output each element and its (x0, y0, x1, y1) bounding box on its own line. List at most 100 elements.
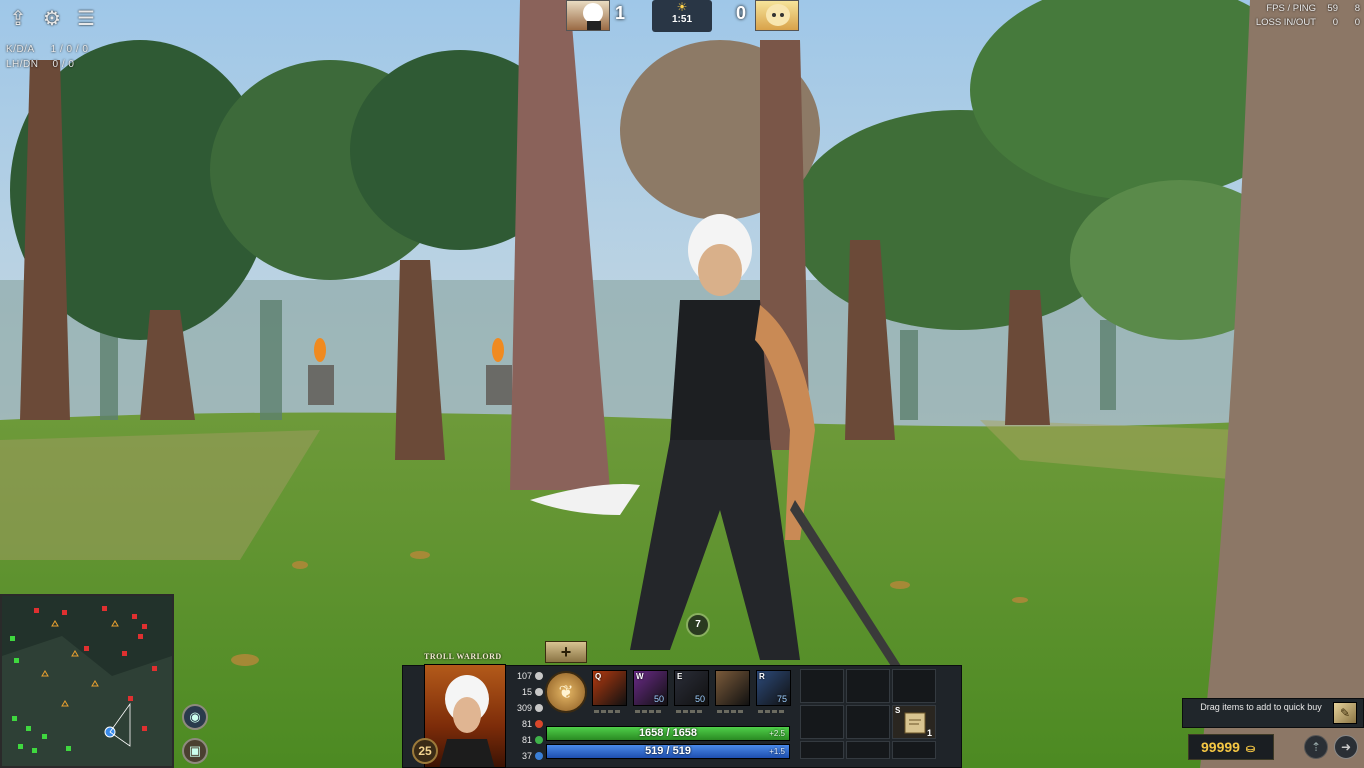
ability-mana-cost: 75 (776, 694, 787, 704)
scoreboard: 1 ☀ 1:51 0 (560, 0, 805, 32)
ability-level-pip (738, 710, 743, 713)
shop-arrow-icon[interactable]: ➜ (1334, 735, 1358, 759)
shield-icon (535, 688, 543, 696)
backpack-slot-2[interactable] (846, 741, 890, 759)
hero-stat-value: 81 (521, 735, 532, 745)
inventory: S 1 (800, 669, 940, 759)
hero-stat-row: 37 (507, 748, 543, 764)
ability-e-button[interactable]: E 50 (674, 670, 709, 706)
minimap-terrain (2, 596, 172, 766)
hero-stat-row: 81 (507, 732, 543, 748)
inventory-slot-3[interactable] (892, 669, 936, 703)
ability-level-pip (608, 710, 613, 713)
fps-ping-label: FPS / PING (1266, 3, 1316, 14)
mana-value: 519 / 519 (645, 745, 691, 757)
fps-value: 59 (1327, 3, 1338, 14)
glyph-button[interactable]: ▣ (182, 738, 208, 764)
ability-4-button[interactable] (715, 670, 750, 706)
ability-level-pips (758, 710, 784, 714)
loss-in-value: 0 (1332, 17, 1338, 28)
kda-label: K/D/A (6, 44, 35, 55)
quick-buy-hint: Drag items to add to quick buy (1200, 702, 1322, 712)
health-value: 1658 / 1658 (638, 727, 698, 739)
radiant-hero-portrait[interactable] (566, 0, 610, 31)
gold-coins-icon: ⛀ (1245, 743, 1256, 755)
ability-hotkey: W (636, 672, 644, 681)
shop-scroll-icon[interactable]: ✎ (1333, 702, 1357, 724)
menu-icon[interactable]: ☰ (74, 8, 98, 30)
ability-level-pips (594, 710, 620, 714)
radar-scan-button[interactable]: ◉ (182, 704, 208, 730)
backpack-slot-3[interactable] (892, 741, 936, 759)
game-viewport[interactable]: ⇪ ⚙ ☰ K/D/A 1 / 0 / 0 LH/DN 0 / 0 1 ☀ 1:51… (0, 0, 1364, 768)
ability-level-pips (676, 710, 702, 714)
ability-level-pips (635, 710, 661, 714)
hero-stat-row: 81 (507, 716, 543, 732)
agility-icon (535, 736, 543, 744)
quick-buy-panel[interactable]: Drag items to add to quick buy ✎ (1182, 698, 1364, 728)
courier-deliver-icon[interactable]: ⇡ (1304, 735, 1328, 759)
inventory-slot-1[interactable] (800, 669, 844, 703)
ability-hotkey: R (759, 672, 765, 681)
hero-level: 25 (412, 738, 438, 764)
hero-stat-value: 309 (516, 703, 532, 713)
ability-level-pip (656, 710, 661, 713)
talent-tree-icon[interactable]: ❦ (545, 671, 587, 713)
gold-display[interactable]: 99999 ⛀ (1188, 734, 1274, 760)
ability-w-button[interactable]: W 50 (633, 670, 668, 706)
ability-q-button[interactable]: Q (592, 670, 627, 706)
upload-icon[interactable]: ⇪ (6, 8, 30, 30)
radiant-score: 1 (615, 3, 626, 23)
talent-upgrade-button[interactable]: + (545, 641, 587, 663)
ability-level-pip (615, 710, 620, 713)
ability-level-pip (683, 710, 688, 713)
dire-score: 0 (736, 3, 747, 23)
hero-stat-value: 107 (516, 671, 532, 681)
inventory-row-1 (800, 669, 940, 703)
gold-amount: 99999 (1201, 739, 1240, 755)
ability-level-pip (601, 710, 606, 713)
kda-value: 1 / 0 / 0 (50, 44, 89, 55)
inventory-slot-4[interactable] (800, 705, 844, 739)
hero-stats: 107 15 309 81 81 37 (507, 668, 543, 764)
hero-stat-row: 15 (507, 684, 543, 700)
hero-name: TROLL WARLORD (424, 652, 502, 661)
health-bar: 1658 / 1658 +2.5 (546, 726, 790, 741)
ability-level-pip (717, 710, 722, 713)
ability-level-pip (649, 710, 654, 713)
gear-icon[interactable]: ⚙ (40, 8, 64, 30)
ability-level-pip (765, 710, 770, 713)
ability-hotkey: Q (595, 672, 602, 681)
ability-hotkey: E (677, 672, 683, 681)
tp-scroll-slot[interactable]: S 1 (892, 705, 936, 739)
game-clock: ☀ 1:51 (652, 0, 712, 32)
inventory-slot-5[interactable] (846, 705, 890, 739)
mana-bar: 519 / 519 +1.5 (546, 744, 790, 759)
network-stats: FPS / PING 59 8 LOSS IN/OUT 0 0 (1256, 3, 1360, 31)
minimap[interactable] (0, 594, 174, 768)
lhdn-label: LH/DN (6, 59, 39, 70)
backpack-slot-1[interactable] (800, 741, 844, 759)
ability-level-pips (717, 710, 743, 714)
clock-time: 1:51 (671, 14, 692, 25)
tp-scroll-key: S (895, 706, 901, 715)
hero-stat-value: 37 (521, 751, 532, 761)
ability-mana-cost: 50 (653, 694, 664, 704)
ability-r-button[interactable]: R 75 (756, 670, 791, 706)
loss-out-value: 0 (1354, 17, 1360, 28)
lhdn-value: 0 / 0 (52, 59, 75, 70)
strength-icon (535, 720, 543, 728)
inventory-slot-2[interactable] (846, 669, 890, 703)
tp-scroll-icon (904, 712, 926, 734)
loss-label: LOSS IN/OUT (1255, 17, 1316, 28)
ability-level-pip (594, 710, 599, 713)
inventory-row-2: S 1 (800, 705, 940, 739)
hero-stat-row: 107 (507, 668, 543, 684)
hero-stat-value: 81 (521, 719, 532, 729)
player-hero-model[interactable] (520, 210, 920, 680)
ability-mana-cost: 50 (694, 694, 705, 704)
dire-hero-portrait[interactable] (755, 0, 799, 31)
ability-level-pip (779, 710, 784, 713)
mana-regen: +1.5 (769, 747, 785, 756)
ability-level-pip (635, 710, 640, 713)
